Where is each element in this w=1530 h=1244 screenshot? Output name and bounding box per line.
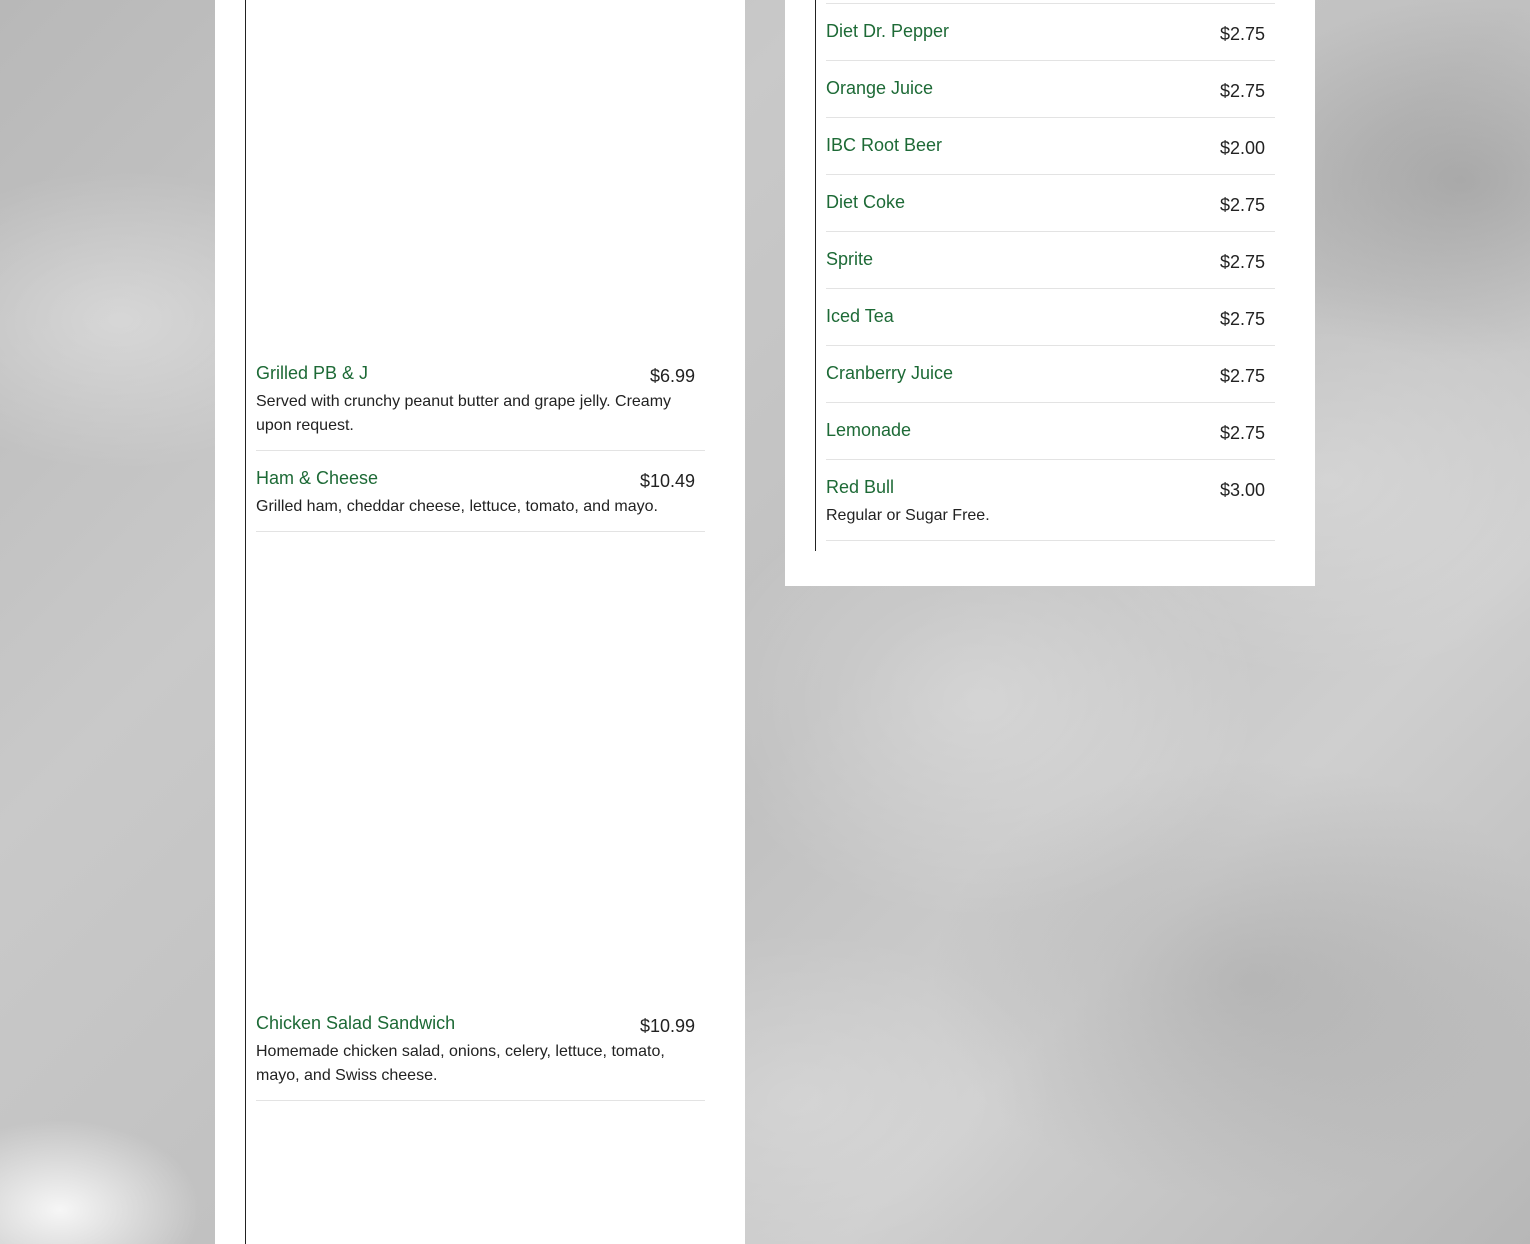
menu-item-diet-coke[interactable]: Diet Coke $2.75 [826,191,1275,232]
menu-item-diet-dr-pepper[interactable]: Diet Dr. Pepper $2.75 [826,20,1275,61]
menu-item-ibc-root-beer[interactable]: IBC Root Beer $2.00 [826,134,1275,175]
menu-item-orange-juice[interactable]: Orange Juice $2.75 [826,77,1275,118]
menu-item-price: $2.75 [1219,81,1265,101]
menu-item-price: $10.49 [639,471,695,491]
menu-item-price: $2.75 [1219,423,1265,443]
menu-item-name: Grilled PB & J [256,363,369,383]
menu-item-description: Homemade chicken salad, onions, celery, … [256,1043,665,1084]
menu-item-price: $2.75 [1219,195,1265,215]
menu-item-price: $2.75 [1219,24,1265,44]
menu-item-name: Orange Juice [826,78,934,98]
menu-item-price: $3.00 [1219,480,1265,500]
left-menu-panel: Grilled PB & J $6.99 Served with crunchy… [215,0,745,1244]
menu-item-description: Grilled ham, cheddar cheese, lettuce, to… [256,498,658,515]
menu-item-price: $10.99 [639,1016,695,1036]
menu-item-name: Red Bull [826,477,895,497]
left-panel-rule [245,0,246,1244]
beverage-list-top-divider [826,3,1275,4]
menu-item-name: Cranberry Juice [826,363,954,383]
menu-item-price: $2.00 [1219,138,1265,158]
menu-item-iced-tea[interactable]: Iced Tea $2.75 [826,305,1275,346]
beverage-menu-panel: Diet Dr. Pepper $2.75 Orange Juice $2.75… [785,0,1315,586]
menu-item-cranberry-juice[interactable]: Cranberry Juice $2.75 [826,362,1275,403]
menu-item-red-bull[interactable]: Red Bull $3.00 Regular or Sugar Free. [826,476,1275,541]
menu-item-name: Sprite [826,249,874,269]
menu-item-chicken-salad-sandwich[interactable]: Chicken Salad Sandwich $10.99 Homemade c… [256,1012,705,1101]
menu-item-name: IBC Root Beer [826,135,943,155]
menu-item-grilled-pb-j[interactable]: Grilled PB & J $6.99 Served with crunchy… [256,362,705,451]
menu-item-name: Chicken Salad Sandwich [256,1013,456,1033]
menu-item-name: Diet Coke [826,192,906,212]
menu-item-lemonade[interactable]: Lemonade $2.75 [826,419,1275,460]
menu-item-price: $2.75 [1219,252,1265,272]
menu-item-price: $6.99 [649,366,695,386]
left-middle-spacer [256,532,705,1012]
left-upper-spacer [256,0,705,362]
menu-item-name: Ham & Cheese [256,468,379,488]
menu-item-price: $2.75 [1219,309,1265,329]
menu-item-ham-cheese[interactable]: Ham & Cheese $10.49 Grilled ham, cheddar… [256,467,705,532]
menu-item-name: Iced Tea [826,306,894,326]
menu-item-description: Served with crunchy peanut butter and gr… [256,393,672,434]
menu-item-price: $2.75 [1219,366,1265,386]
menu-item-description: Regular or Sugar Free. [826,507,990,524]
menu-item-name: Diet Dr. Pepper [826,21,950,41]
menu-item-name: Lemonade [826,420,912,440]
menu-item-sprite[interactable]: Sprite $2.75 [826,248,1275,289]
right-panel-rule [815,0,816,551]
